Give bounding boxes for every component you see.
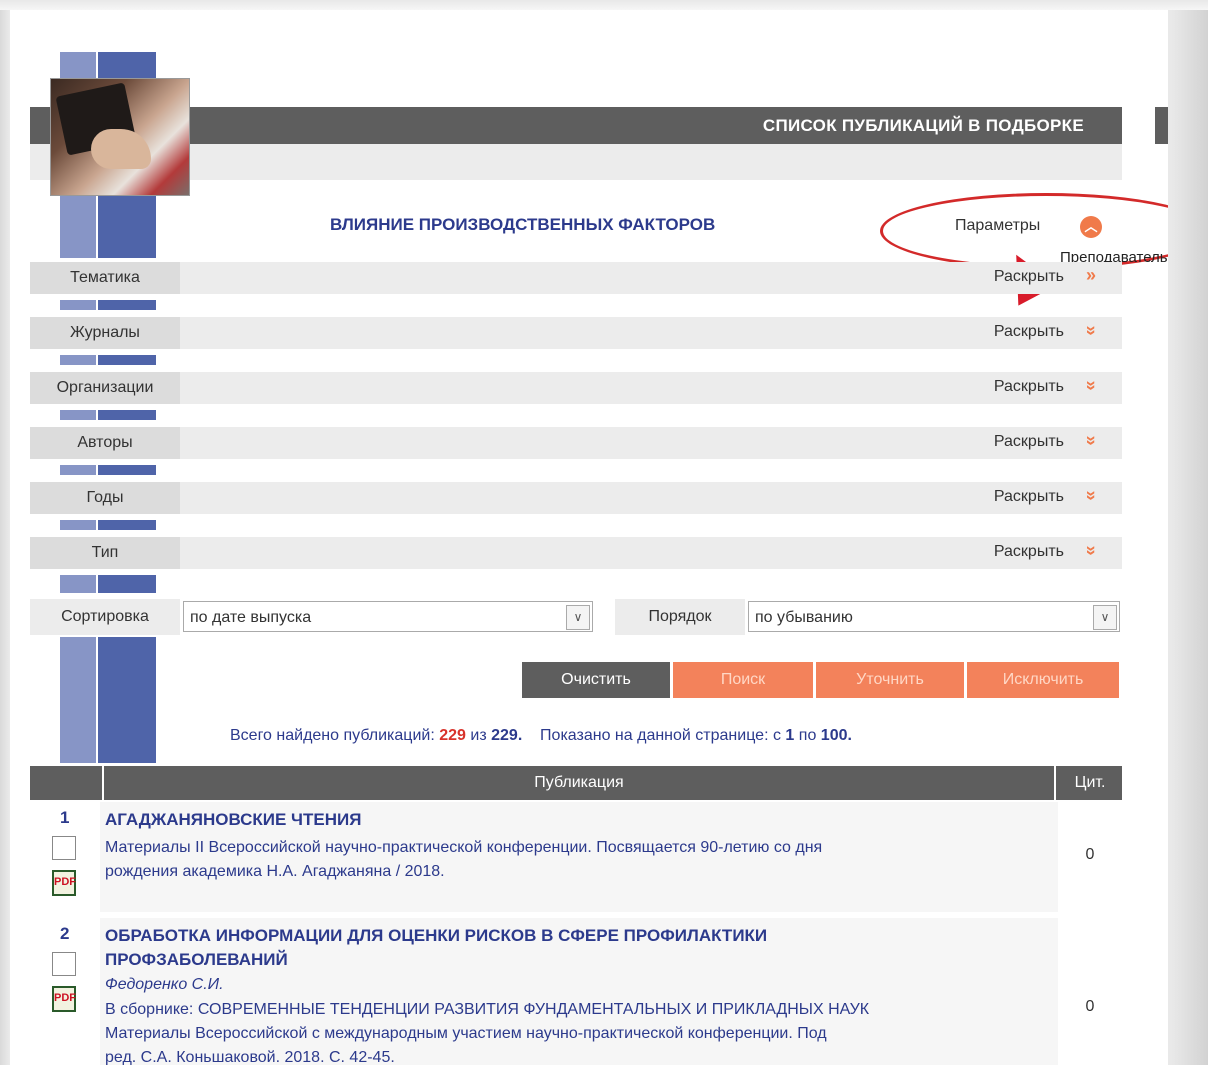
publication-description: ред. С.А. Коньшаковой. 2018. С. 42-45.	[105, 1049, 395, 1065]
publication-description: Материалы Всероссийской с международным …	[105, 1025, 827, 1042]
filter-label: Годы	[30, 482, 180, 514]
order-label: Порядок	[615, 599, 745, 635]
publication-row: 1 PDF АГАДЖАНЯНОВСКИЕ ЧТЕНИЯ Материалы I…	[30, 802, 1122, 912]
citation-value: 0	[1085, 998, 1095, 1015]
citation-count: 0	[1058, 802, 1122, 912]
expand-link[interactable]: Раскрыть	[994, 488, 1064, 506]
filter-row-topics[interactable]: Тематика Раскрыть »	[30, 262, 1122, 294]
chevron-down-icon[interactable]: ∨	[1093, 605, 1117, 630]
header-bar: СПИСОК ПУБЛИКАЦИЙ В ПОДБОРКЕ	[30, 107, 1122, 144]
sort-row: Сортировка по дате выпуска ∨ Порядок по …	[30, 599, 1122, 635]
chevron-double-down-icon[interactable]: »	[1080, 325, 1101, 335]
expand-link[interactable]: Раскрыть	[994, 268, 1064, 286]
hand-shape	[91, 129, 151, 169]
filter-label: Авторы	[30, 427, 180, 459]
chevron-double-down-icon[interactable]: »	[1080, 545, 1101, 555]
collection-title: ВЛИЯНИЕ ПРОИЗВОДСТВЕННЫХ ФАКТОРОВ	[330, 215, 716, 234]
publication-title-link[interactable]: ОБРАБОТКА ИНФОРМАЦИИ ДЛЯ ОЦЕНКИ РИСКОВ В…	[105, 926, 767, 946]
select-checkbox[interactable]	[52, 836, 76, 860]
search-button[interactable]: Поиск	[673, 662, 813, 698]
publication-title-link[interactable]: ПРОФЗАБОЛЕВАНИЙ	[105, 950, 288, 970]
select-checkbox[interactable]	[52, 952, 76, 976]
publication-number: 2	[60, 924, 70, 943]
decor-stripe	[98, 637, 156, 763]
shown-to-word: по	[798, 727, 817, 744]
pdf-icon[interactable]: PDF	[52, 986, 76, 1012]
expand-link[interactable]: Раскрыть	[994, 378, 1064, 396]
citation-value: 0	[1085, 846, 1095, 863]
sort-select-value: по дате выпуска	[190, 609, 312, 626]
publication-row: 2 PDF ОБРАБОТКА ИНФОРМАЦИИ ДЛЯ ОЦЕНКИ РИ…	[30, 918, 1122, 1065]
decor-stripe	[60, 300, 96, 310]
publication-controls: 2 PDF	[30, 918, 100, 1065]
decor-stripe	[98, 300, 156, 310]
decor-stripe	[60, 520, 96, 530]
publication-description: В сборнике: СОВРЕМЕННЫЕ ТЕНДЕНЦИИ РАЗВИТ…	[105, 1001, 870, 1018]
header-bar-edge	[1155, 107, 1168, 144]
filter-row-years[interactable]: Годы Раскрыть »	[30, 482, 1122, 514]
decor-stripe	[60, 637, 96, 763]
page-title: СПИСОК ПУБЛИКАЦИЙ В ПОДБОРКЕ	[762, 116, 1084, 135]
results-summary: Всего найдено публикаций: 229 из 229. По…	[230, 727, 852, 745]
filter-label: Тип	[30, 537, 180, 569]
publication-controls: 1 PDF	[30, 802, 100, 912]
filter-label: Журналы	[30, 317, 180, 349]
expand-link[interactable]: Раскрыть	[994, 433, 1064, 451]
filter-row-authors[interactable]: Авторы Раскрыть »	[30, 427, 1122, 459]
decor-stripe	[60, 52, 96, 78]
header-photo	[50, 78, 190, 196]
found-count: 229	[439, 727, 466, 744]
total-count: 229.	[491, 727, 523, 744]
pdf-icon[interactable]: PDF	[52, 870, 76, 896]
filter-row-type[interactable]: Тип Раскрыть »	[30, 537, 1122, 569]
decor-stripe	[98, 355, 156, 365]
refine-button[interactable]: Уточнить	[816, 662, 964, 698]
chevron-double-down-icon[interactable]: »	[1080, 490, 1101, 500]
clear-button[interactable]: Очистить	[522, 662, 670, 698]
decor-stripe	[98, 52, 156, 78]
summary-of: из	[470, 727, 487, 744]
filter-row-organizations[interactable]: Организации Раскрыть »	[30, 372, 1122, 404]
filter-label: Организации	[30, 372, 180, 404]
citation-count: 0	[1058, 918, 1122, 1065]
decor-stripe	[98, 520, 156, 530]
decor-stripe	[98, 410, 156, 420]
chevron-double-down-icon[interactable]: »	[1080, 380, 1101, 390]
summary-prefix: Всего найдено публикаций:	[230, 727, 435, 744]
decor-stripe	[98, 575, 156, 593]
order-select-value: по убыванию	[755, 609, 853, 626]
publication-number: 1	[60, 808, 70, 827]
chevron-double-down-icon[interactable]: »	[1086, 265, 1096, 286]
decor-stripe	[60, 465, 96, 475]
decor-stripe	[60, 410, 96, 420]
exclude-button[interactable]: Исключить	[967, 662, 1119, 698]
filter-row-journals[interactable]: Журналы Раскрыть »	[30, 317, 1122, 349]
decor-stripe	[60, 194, 96, 258]
chevron-down-icon[interactable]: ∨	[566, 605, 590, 630]
publication-title-link[interactable]: АГАДЖАНЯНОВСКИЕ ЧТЕНИЯ	[105, 810, 361, 830]
shown-from: 1	[785, 727, 795, 744]
expand-link[interactable]: Раскрыть	[994, 323, 1064, 341]
column-header-publication: Публикация	[102, 766, 1056, 800]
page: СПИСОК ПУБЛИКАЦИЙ В ПОДБОРКЕ ВЛИЯНИЕ ПРО…	[10, 10, 1168, 1065]
sub-bar	[30, 144, 1122, 180]
publication-author-link[interactable]: Федоренко С.И.	[105, 976, 224, 994]
filter-label: Тематика	[30, 262, 180, 294]
decor-stripe	[98, 194, 156, 258]
shown-to: 100.	[820, 727, 852, 744]
chevron-double-down-icon[interactable]: »	[1080, 435, 1101, 445]
sort-select[interactable]: по дате выпуска ∨	[183, 601, 593, 632]
decor-stripe	[60, 575, 96, 593]
publication-description: Материалы II Всероссийской научно-практи…	[105, 839, 823, 856]
order-select[interactable]: по убыванию ∨	[748, 601, 1120, 632]
top-strip	[0, 0, 1208, 10]
table-header: Публикация Цит.	[30, 766, 1122, 800]
shown-prefix: Показано на данной странице: с	[540, 727, 781, 744]
expand-link[interactable]: Раскрыть	[994, 543, 1064, 561]
sort-label: Сортировка	[30, 599, 180, 635]
publication-description: рождения академика Н.А. Агаджаняна / 201…	[105, 863, 445, 880]
decor-stripe	[98, 465, 156, 475]
decor-stripe	[60, 355, 96, 365]
column-header-citations: Цит.	[1074, 774, 1106, 791]
